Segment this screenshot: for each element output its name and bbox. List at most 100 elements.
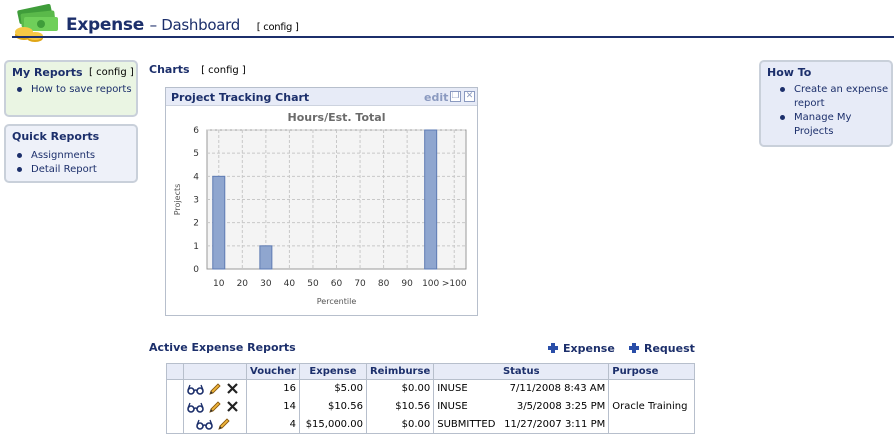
plus-icon: [629, 343, 639, 353]
table-row[interactable]: 14 $10.56 $10.56 INUSE 3/5/2008 3:25 PM Oracl…: [166, 397, 696, 416]
how-to-item-manage-projects[interactable]: Manage My Projects: [769, 111, 891, 139]
hours-est-total-chart: 0 1 2 3 4 5 6 10 20 30 40 50 60 70 80 90 100 >100 Hours/Es…: [173, 111, 467, 306]
status-cell: INUSE 3/5/2008 3:25 PM: [433, 397, 610, 416]
my-reports-list: How to save reports: [6, 83, 136, 97]
status-text: INUSE: [437, 383, 468, 395]
row-actions-cell: [183, 397, 247, 416]
y-tick-label: 1: [193, 242, 199, 252]
header-divider: [12, 36, 894, 38]
expense-cell: $15,000.00: [298, 415, 367, 434]
page-subtitle: – Dashboard: [149, 16, 241, 34]
status-text: SUBMITTED: [437, 418, 496, 430]
active-reports-title: Active Expense Reports: [149, 341, 296, 354]
x-tick-label: 40: [284, 279, 296, 289]
bar-10: [212, 175, 226, 270]
y-tick-label: 4: [193, 172, 199, 182]
purpose-column-header[interactable]: Purpose: [608, 363, 696, 380]
chart-panel-title: Project Tracking Chart: [171, 91, 310, 104]
row-select-cell: [166, 379, 184, 398]
status-cell: INUSE 7/11/2008 8:43 AM: [433, 379, 610, 398]
status-date: 7/11/2008 8:43 AM: [509, 383, 606, 395]
how-to-list: Create an expense report Manage My Proje…: [769, 83, 891, 139]
my-reports-title: My Reports: [12, 66, 83, 79]
table-row[interactable]: 4 $15,000.00 $0.00 SUBMITTED 11/27/2007 3:11…: [166, 415, 696, 434]
charts-section-title: Charts [ config ]: [149, 63, 246, 76]
status-date: 3/5/2008 3:25 PM: [516, 401, 606, 412]
row-select-cell: [166, 415, 184, 434]
y-tick-label: 2: [193, 219, 199, 229]
add-expense-button[interactable]: Expense: [548, 342, 615, 355]
plus-icon: [548, 343, 558, 353]
chart-edit-link[interactable]: edit: [424, 91, 448, 104]
x-axis-label: Percentile: [317, 297, 357, 306]
project-tracking-chart-panel: Project Tracking Chart edit ❐ ✕ 0 1 2 3 4 5 6 1…: [165, 87, 478, 316]
expense-column-header[interactable]: Expense: [298, 363, 367, 380]
status-date: 11/27/2007 3:11 PM: [504, 418, 606, 430]
chart-panel-header: Project Tracking Chart edit ❐ ✕: [166, 88, 477, 106]
expense-cell: $5.00: [298, 379, 367, 398]
charts-config-link[interactable]: [ config ]: [201, 65, 246, 76]
active-reports-table: Voucher Expense Reimburse Status Purpose…: [166, 363, 696, 434]
quick-reports-title: Quick Reports: [12, 130, 100, 143]
y-axis-label: Projects: [173, 184, 182, 216]
add-request-button[interactable]: Request: [629, 342, 695, 355]
edit-pencil-icon[interactable]: [208, 400, 222, 414]
x-tick-label: 50: [307, 279, 319, 289]
row-select-cell: [166, 397, 184, 416]
x-tick-label: 70: [354, 279, 366, 289]
header-config-link[interactable]: [ config ]: [257, 22, 299, 33]
y-tick-label: 3: [193, 196, 199, 206]
view-glasses-icon[interactable]: [195, 418, 213, 431]
y-tick-label: 6: [193, 126, 199, 136]
add-expense-label: Expense: [563, 342, 615, 355]
chart-title: Hours/Est. Total: [288, 111, 386, 124]
x-tick-label: 20: [237, 279, 249, 289]
my-reports-config-link[interactable]: [ config ]: [89, 67, 134, 78]
select-column-header: [166, 363, 184, 380]
my-reports-item-how-to-save[interactable]: How to save reports: [6, 83, 136, 97]
delete-x-icon[interactable]: [226, 400, 239, 413]
x-tick-label: 100: [422, 279, 439, 289]
x-tick-label: 30: [260, 279, 272, 289]
edit-pencil-icon[interactable]: [208, 382, 222, 396]
voucher-column-header[interactable]: Voucher: [246, 363, 300, 380]
reimburse-cell: $0.00: [365, 415, 435, 434]
purpose-cell: Oracle Training: [608, 397, 696, 416]
reimburse-cell: $0.00: [365, 379, 435, 398]
app-header: Expense – Dashboard [ config ]: [0, 0, 896, 42]
bar-100: [424, 129, 438, 270]
view-glasses-icon[interactable]: [187, 401, 204, 413]
page-title: Expense – Dashboard [ config ]: [66, 15, 299, 35]
how-to-title: How To: [767, 66, 812, 79]
view-glasses-icon[interactable]: [187, 383, 204, 395]
table-header-row: Voucher Expense Reimburse Status Purpose: [166, 363, 696, 380]
bar-30: [259, 245, 273, 270]
actions-column-header: [183, 363, 247, 380]
quick-reports-panel: Quick Reports Assignments Detail Report: [4, 124, 138, 183]
edit-pencil-icon[interactable]: [217, 417, 231, 431]
maximize-icon[interactable]: ❐: [450, 91, 461, 102]
close-icon[interactable]: ✕: [464, 91, 475, 102]
table-row[interactable]: 16 $5.00 $0.00 INUSE 7/11/2008 8:43 AM: [166, 379, 696, 398]
report-rows: 16 $5.00 $0.00 INUSE 7/11/2008 8:43 AM 14 $10.…: [166, 379, 696, 434]
reimburse-column-header[interactable]: Reimburse: [365, 363, 435, 380]
quick-reports-item-assignments[interactable]: Assignments: [6, 149, 136, 163]
expense-cell: $10.56: [298, 397, 367, 416]
how-to-item-create-expense[interactable]: Create an expense report: [769, 83, 891, 111]
how-to-panel: How To Create an expense report Manage M…: [759, 60, 893, 147]
app-name: Expense: [66, 15, 144, 35]
row-actions-cell: [183, 379, 247, 398]
voucher-cell: 14: [246, 397, 300, 416]
quick-reports-list: Assignments Detail Report: [6, 149, 136, 177]
status-text: INUSE: [437, 401, 468, 412]
purpose-cell: [608, 379, 696, 398]
x-tick-label: 10: [213, 279, 225, 289]
x-tick-label: 90: [401, 279, 413, 289]
delete-x-icon[interactable]: [226, 382, 239, 395]
purpose-cell: [608, 415, 696, 434]
y-tick-label: 5: [193, 149, 199, 159]
status-column-header[interactable]: Status: [433, 363, 610, 380]
quick-reports-item-detail-report[interactable]: Detail Report: [6, 163, 136, 177]
voucher-cell: 4: [246, 415, 300, 434]
x-tick-label: 80: [378, 279, 390, 289]
